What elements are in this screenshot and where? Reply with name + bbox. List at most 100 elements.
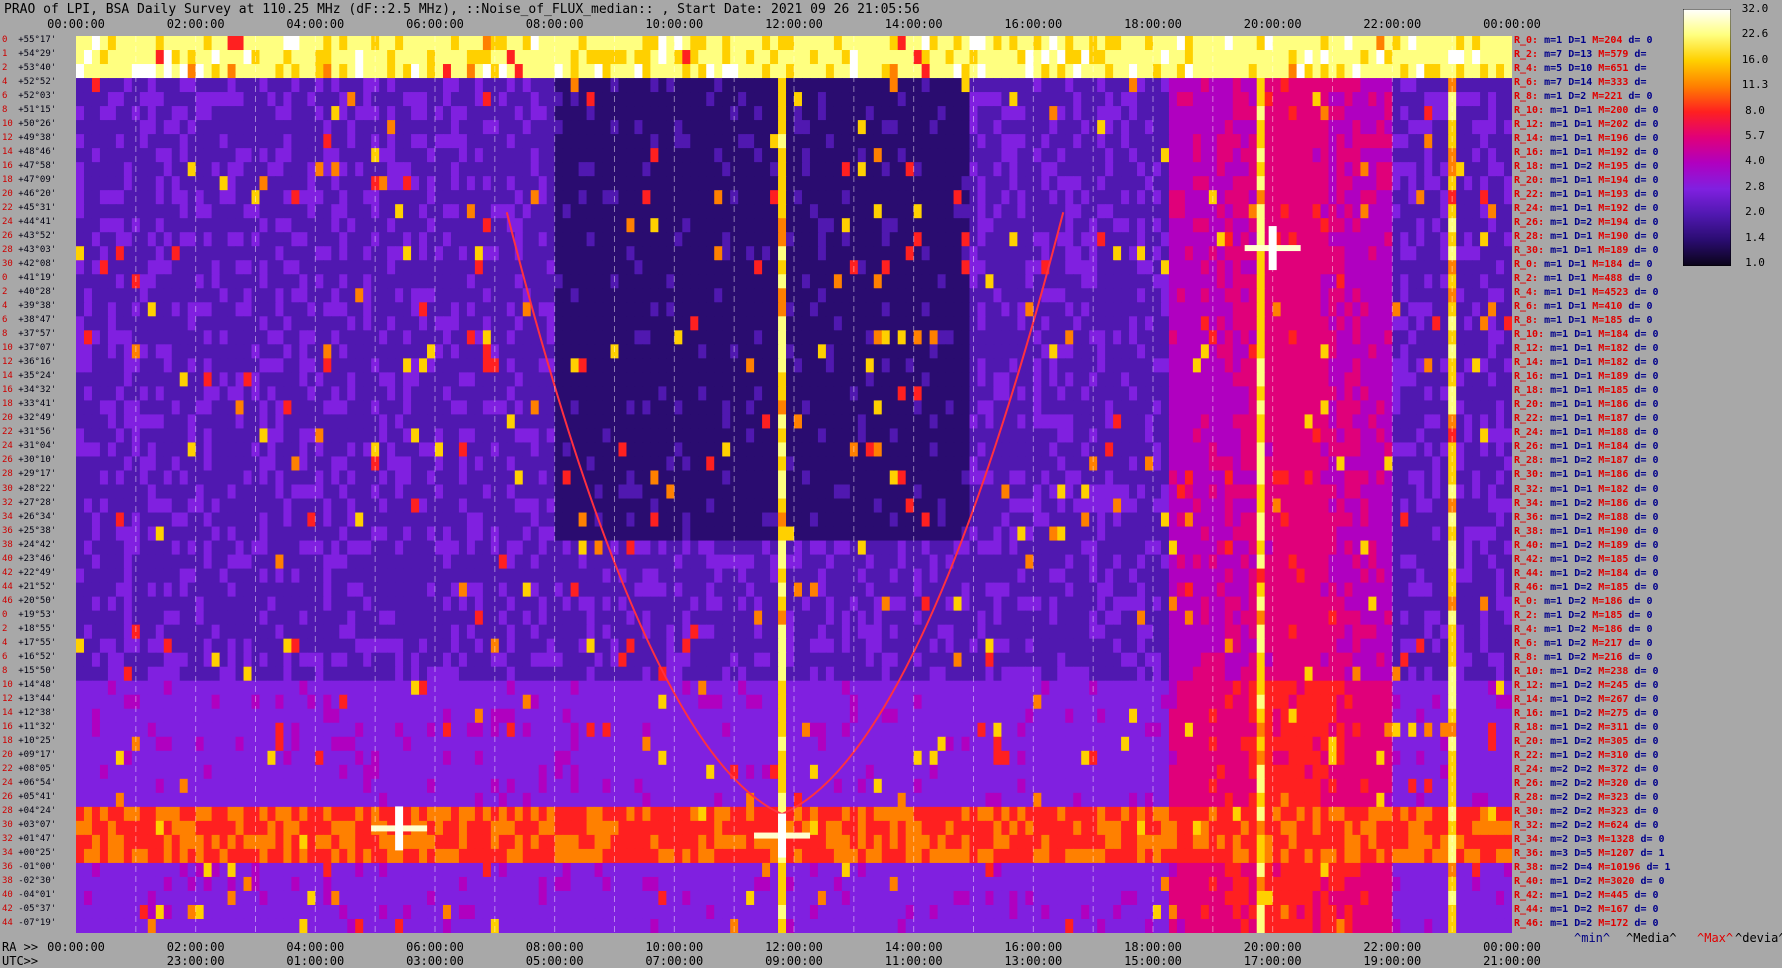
heatmap-cell: [1384, 50, 1393, 65]
heatmap-cell: [1041, 148, 1050, 163]
heatmap-cell: [698, 246, 707, 261]
heatmap-cell: [259, 274, 269, 289]
heatmap-cell: [857, 78, 867, 93]
heatmap-cell: [1432, 274, 1441, 289]
heatmap-cell: [690, 232, 699, 247]
heatmap-cell: [115, 120, 125, 135]
heatmap-cell: [458, 288, 468, 303]
heatmap-cell: [522, 330, 532, 345]
heatmap-cell: [299, 386, 308, 402]
heatmap-cell: [889, 246, 899, 261]
heatmap-cell: [1464, 260, 1473, 275]
heatmap-cell: [315, 274, 324, 289]
heatmap-cell: [1057, 302, 1066, 317]
heatmap-cell: [945, 302, 955, 317]
heatmap-cell: [1440, 176, 1449, 191]
heatmap-cell: [1129, 330, 1138, 345]
heatmap-cell: [498, 302, 508, 317]
heatmap-cell: [91, 176, 101, 191]
heatmap-cell: [458, 50, 468, 65]
heatmap-cell: [929, 344, 939, 359]
heatmap-cell: [291, 316, 300, 331]
heatmap-cell: [1248, 78, 1258, 93]
heatmap-cell: [953, 106, 963, 121]
heatmap-cell: [1153, 190, 1162, 205]
heatmap-cell: [450, 218, 460, 233]
heatmap-cell: [1248, 288, 1258, 303]
heatmap-cell: [1073, 64, 1082, 79]
heatmap-cell: [1360, 358, 1369, 373]
heatmap-cell: [1001, 148, 1010, 163]
heatmap-cell: [570, 274, 580, 289]
heatmap-cell: [706, 274, 715, 289]
heatmap-cell: [1248, 64, 1258, 79]
heatmap-cell: [1360, 330, 1369, 345]
heatmap-cell: [91, 344, 101, 359]
heatmap-cell: [530, 36, 540, 51]
heatmap-cell: [1360, 372, 1369, 387]
top-tick-label: 00:00:00: [47, 17, 105, 31]
heatmap-cell: [570, 386, 580, 402]
heatmap-cell: [626, 414, 636, 430]
heatmap-cell: [1376, 92, 1385, 107]
heatmap-cell: [427, 190, 436, 205]
heatmap-cell: [1240, 274, 1250, 289]
heatmap-cell: [1384, 92, 1393, 107]
heatmap-cell: [291, 372, 300, 387]
heatmap-cell: [1160, 204, 1170, 219]
heatmap-cell: [450, 400, 460, 416]
heatmap-cell: [794, 50, 803, 65]
heatmap-cell: [1464, 148, 1473, 163]
heatmap-cell: [155, 92, 165, 107]
heatmap-cell: [235, 288, 245, 303]
heatmap-cell: [363, 288, 372, 303]
heatmap-cell: [514, 92, 524, 107]
heatmap-cell: [379, 246, 388, 261]
heatmap-cell: [411, 190, 420, 205]
heatmap-cell: [554, 204, 564, 219]
heatmap-cell: [474, 344, 484, 359]
heatmap-cell: [897, 330, 907, 345]
heatmap-cell: [91, 50, 101, 65]
heatmap-cell: [1184, 232, 1194, 247]
heatmap-cell: [107, 148, 117, 163]
heatmap-cell: [817, 358, 827, 373]
heatmap-cell: [698, 344, 707, 359]
heatmap-cell: [626, 260, 636, 275]
heatmap-cell: [498, 260, 508, 275]
heatmap-cell: [83, 358, 93, 373]
heatmap-cell: [817, 414, 827, 430]
heatmap-cell: [395, 162, 404, 177]
heatmap-cell: [905, 330, 915, 345]
heatmap-cell: [1073, 260, 1082, 275]
heatmap-cell: [163, 190, 173, 205]
heatmap-cell: [618, 274, 628, 289]
heatmap-cell: [1424, 64, 1433, 79]
heatmap-cell: [1184, 274, 1194, 289]
heatmap-cell: [1073, 246, 1082, 261]
heatmap-cell: [1504, 288, 1512, 303]
heatmap-cell: [1113, 106, 1122, 121]
heatmap-cell: [235, 400, 245, 416]
heatmap-cell: [794, 260, 803, 275]
heatmap-cell: [1017, 64, 1026, 79]
heatmap-cell: [227, 78, 237, 93]
heatmap-cell: [355, 400, 364, 416]
heatmap-cell: [698, 358, 707, 373]
heatmap-cell: [921, 400, 931, 416]
heatmap-cell: [538, 92, 548, 107]
heatmap-cell: [666, 78, 675, 93]
heatmap-cell: [618, 260, 628, 275]
heatmap-cell: [690, 386, 699, 402]
heatmap-cell: [530, 190, 540, 205]
heatmap-cell: [921, 92, 931, 107]
heatmap-cell: [76, 372, 85, 387]
heatmap-cell: [1256, 162, 1266, 177]
heatmap-cell: [435, 302, 444, 317]
heatmap-cell: [76, 358, 85, 373]
heatmap-cell: [323, 204, 332, 219]
heatmap-cell: [1009, 414, 1018, 430]
heatmap-cell: [1432, 232, 1441, 247]
heatmap-cell: [1312, 36, 1322, 51]
heatmap-cell: [945, 330, 955, 345]
